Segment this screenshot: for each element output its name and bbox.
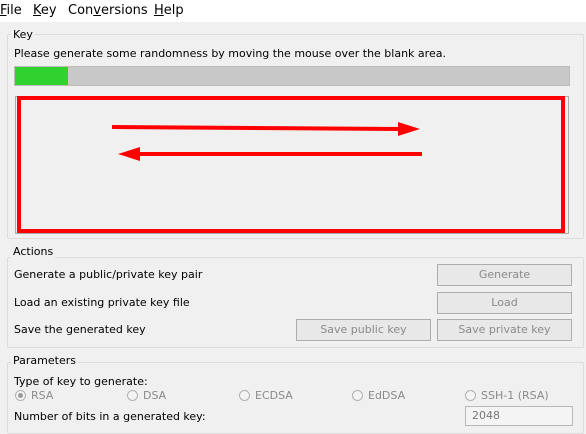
arrow-left-annotation — [118, 147, 422, 161]
save-private-key-button[interactable]: Save private key — [437, 319, 572, 341]
radio-dsa-circle[interactable] — [127, 390, 138, 401]
radio-ssh1-rsa[interactable]: SSH-1 (RSA) — [465, 389, 549, 402]
radio-ecdsa[interactable]: ECDSA — [239, 389, 293, 402]
save-label: Save the generated key — [14, 323, 146, 336]
radio-ecdsa-circle[interactable] — [239, 390, 250, 401]
radio-eddsa[interactable]: EdDSA — [352, 389, 405, 402]
generate-button[interactable]: Generate — [437, 264, 572, 286]
radio-dsa-label: DSA — [143, 389, 167, 402]
load-button[interactable]: Load — [437, 292, 572, 314]
radio-ssh1-rsa-label: SSH-1 (RSA) — [481, 389, 549, 402]
radio-eddsa-label: EdDSA — [368, 389, 406, 402]
load-label: Load an existing private key file — [14, 296, 190, 309]
save-public-key-button[interactable]: Save public key — [296, 319, 431, 341]
radio-ssh1-rsa-circle[interactable] — [465, 390, 476, 401]
radio-rsa-circle[interactable] — [15, 390, 26, 401]
radio-rsa[interactable]: RSA — [15, 389, 53, 402]
radio-dsa[interactable]: DSA — [127, 389, 166, 402]
bits-input[interactable]: 2048 — [465, 406, 573, 426]
key-type-label: Type of key to generate: — [14, 375, 148, 388]
radio-eddsa-circle[interactable] — [352, 390, 363, 401]
arrow-right-annotation — [111, 122, 420, 136]
generate-label: Generate a public/private key pair — [14, 268, 203, 281]
radio-rsa-label: RSA — [31, 389, 54, 402]
actions-group-title: Actions — [11, 245, 56, 258]
parameters-group-title: Parameters — [11, 354, 78, 367]
radio-ecdsa-label: ECDSA — [255, 389, 293, 402]
bits-label: Number of bits in a generated key: — [14, 410, 206, 423]
